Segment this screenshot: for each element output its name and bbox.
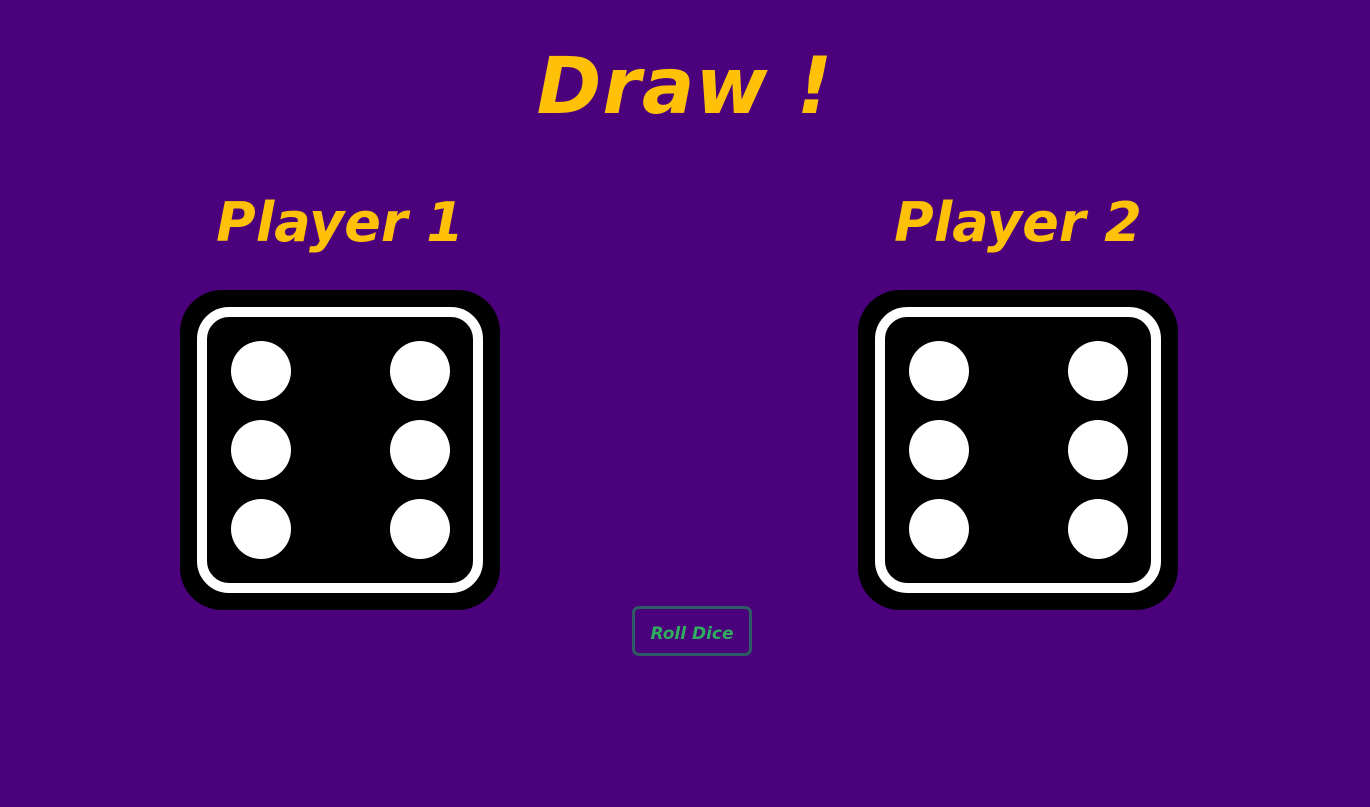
player-1-panel: Player 1: [180, 186, 500, 610]
result-title: Draw !: [536, 42, 834, 132]
die-pip: [1068, 341, 1128, 401]
die-pip: [909, 499, 969, 559]
player-2-panel: Player 2: [858, 186, 1178, 610]
die-pip: [1068, 499, 1128, 559]
player-2-die: [858, 290, 1178, 610]
die-pip: [909, 341, 969, 401]
player-2-name: Player 2: [894, 191, 1142, 254]
die-pip: [390, 499, 450, 559]
die-pip: [390, 341, 450, 401]
die-pip: [390, 420, 450, 480]
die-pip: [231, 341, 291, 401]
die-pip: [909, 420, 969, 480]
player-1-die: [180, 290, 500, 610]
roll-dice-button[interactable]: Roll Dice: [632, 606, 752, 656]
player-1-name: Player 1: [216, 191, 464, 254]
die-pip: [231, 499, 291, 559]
die-pip: [231, 420, 291, 480]
die-pip: [1068, 420, 1128, 480]
